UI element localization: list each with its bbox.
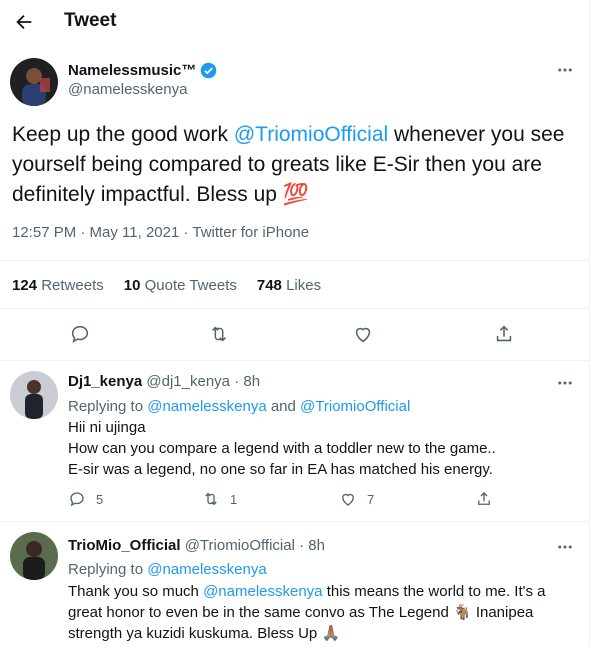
verified-badge-icon [201, 62, 217, 79]
mention-link[interactable]: @namelesskenya [203, 583, 322, 600]
retweets-count: 124 [12, 277, 38, 294]
likes-count: 748 [256, 277, 282, 294]
tweet-text-part: Keep up the good work [12, 123, 234, 146]
reply-text-line: Hii ni ujinga [68, 419, 146, 436]
reply-count: 5 [96, 491, 104, 507]
reply-header: Dj1_kenya @dj1_kenya · 8h [68, 373, 260, 390]
avatar[interactable] [10, 371, 58, 419]
share-icon [496, 325, 512, 342]
reply-text-line: strength ya kuzidi kuskuma. Bless Up 🙏🏽 [68, 625, 341, 642]
reply-text-line: E-sir was a legend, no one so far in EA … [68, 461, 493, 478]
mention-link[interactable]: @namelesskenya [147, 561, 266, 578]
like-button[interactable] [351, 322, 375, 346]
reply-button[interactable]: 5 [68, 490, 103, 508]
top-bar: Tweet [0, 0, 590, 44]
author-handle[interactable]: @namelesskenya [68, 81, 217, 98]
hundred-emoji: 💯 [282, 183, 309, 206]
retweet-icon [212, 326, 226, 342]
quotes-label: Quote Tweets [144, 277, 237, 294]
likes-label: Likes [286, 277, 322, 294]
reply-header: TrioMio_Official @TriomioOfficial · 8h [68, 537, 325, 554]
heart-icon [342, 493, 354, 506]
reply-text-part: Thank you so much [68, 583, 204, 600]
quotes-stat[interactable]: 10 Quote Tweets [124, 277, 237, 294]
share-button[interactable] [475, 490, 493, 508]
retweet-button[interactable] [207, 322, 231, 346]
mention-link[interactable]: @TriomioOfficial [300, 398, 410, 415]
reply-time[interactable]: · 8h [234, 373, 260, 390]
replying-and: and [266, 398, 301, 415]
avatar[interactable] [10, 532, 58, 580]
reply-tweet[interactable]: Dj1_kenya @dj1_kenya · 8h Replying to @n… [0, 361, 590, 521]
reply-tweet[interactable]: TrioMio_Official @TriomioOfficial · 8h R… [0, 522, 590, 647]
retweets-stat[interactable]: 124 Retweets [12, 277, 104, 294]
reply-text-line: Thank you so much @namelesskenya this me… [68, 582, 546, 602]
tweet-stats: 124 Retweets 10 Quote Tweets 748 Likes [12, 277, 321, 294]
mention-link[interactable]: @TriomioOfficial [234, 123, 388, 146]
more-options-button[interactable] [555, 373, 575, 393]
replying-prefix: Replying to [68, 398, 148, 415]
tweet-author: Namelessmusic™ @namelesskenya [68, 62, 217, 98]
more-icon [558, 545, 572, 549]
share-icon [478, 492, 490, 505]
quotes-count: 10 [123, 277, 141, 294]
reply-icon [70, 492, 84, 507]
divider [0, 308, 590, 309]
mention-link[interactable]: @namelesskenya [147, 398, 266, 415]
replying-to: Replying to @namelesskenya and @TriomioO… [68, 397, 410, 417]
more-icon [558, 381, 572, 385]
retweet-icon [205, 492, 217, 506]
reply-text-line: How can you compare a legend with a todd… [68, 440, 496, 457]
like-count: 7 [367, 491, 375, 507]
heart-icon [355, 327, 371, 343]
reply-actions: 5 1 7 [68, 490, 568, 510]
share-button[interactable] [492, 322, 516, 346]
tweet-text: Keep up the good work @TriomioOfficial w… [12, 120, 582, 210]
reply-author-handle[interactable]: @dj1_kenya [146, 373, 230, 390]
back-button[interactable] [10, 8, 38, 36]
more-options-button[interactable] [555, 60, 575, 80]
replying-prefix: Replying to [68, 561, 148, 578]
more-icon [558, 68, 572, 72]
reply-time[interactable]: · 8h [299, 537, 325, 554]
author-name[interactable]: Namelessmusic™ [68, 62, 196, 79]
reply-author-name[interactable]: Dj1_kenya [68, 373, 142, 390]
tweet-actions [0, 322, 590, 346]
retweet-count: 1 [230, 491, 238, 507]
reply-button[interactable] [68, 322, 92, 346]
reply-icon [71, 325, 89, 343]
like-button[interactable]: 7 [339, 490, 374, 508]
reply-author-name[interactable]: TrioMio_Official [68, 537, 181, 554]
retweets-label: Retweets [41, 277, 104, 294]
divider [0, 260, 590, 261]
more-options-button[interactable] [555, 537, 575, 557]
tweet-meta[interactable]: 12:57 PM · May 11, 2021 · Twitter for iP… [12, 224, 309, 241]
retweet-button[interactable]: 1 [202, 490, 237, 508]
reply-text-line: great honor to even be in the same convo… [68, 604, 534, 621]
tweet-page: Tweet Namelessmusic™ @namelesskenya Keep… [0, 0, 590, 647]
likes-stat[interactable]: 748 Likes [257, 277, 321, 294]
arrow-left-icon [16, 14, 32, 30]
page-title: Tweet [64, 10, 117, 31]
reply-author-handle[interactable]: @TriomioOfficial [185, 537, 295, 554]
replying-to: Replying to @namelesskenya [68, 560, 267, 580]
avatar[interactable] [10, 58, 58, 106]
reply-text-part: this means the world to me. It's a [322, 583, 546, 600]
